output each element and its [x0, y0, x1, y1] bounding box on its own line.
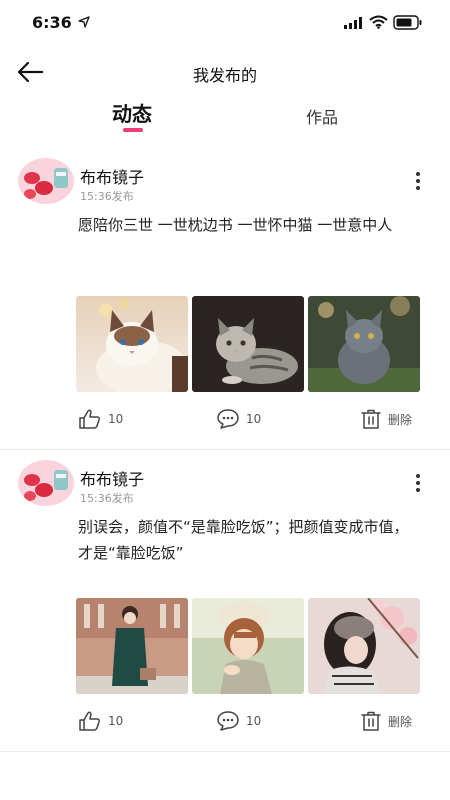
post-actions: 10 10 删除 [0, 404, 450, 434]
page-title: 我发布的 [192, 66, 257, 85]
signal-icon [344, 17, 362, 29]
avatar[interactable] [18, 460, 74, 506]
comment-count: 10 [246, 412, 262, 426]
tab-label: 动态 [112, 102, 152, 126]
trash-icon [361, 711, 381, 731]
delete-button[interactable]: 删除 [360, 706, 412, 736]
post-actions: 10 10 删除 [0, 706, 450, 736]
status-bar: 6:36 [0, 0, 450, 44]
comment-bubble-icon [217, 711, 239, 731]
comment-bubble-icon [217, 409, 239, 429]
post-content: 别误会，颜值不“是靠脸吃饭”；把颜值变成市值，才是“靠脸吃饭” [78, 518, 409, 562]
post-feed: 布布镜子 15:36发布 愿陪你三世 一世枕边书 一世怀中猫 一世意中人 10 … [0, 148, 450, 752]
ragdoll-cat-photo[interactable] [76, 296, 188, 392]
trash-icon [361, 409, 381, 429]
like-count: 10 [108, 412, 124, 426]
girl-green-dress-photo[interactable] [76, 598, 188, 694]
battery-icon [393, 15, 422, 30]
location-arrow-icon [78, 16, 90, 28]
comment-button[interactable]: 10 [216, 706, 261, 736]
girl-blossom-photo[interactable] [308, 598, 420, 694]
delete-button[interactable]: 删除 [360, 404, 412, 434]
like-button[interactable]: 10 [78, 706, 123, 736]
comment-button[interactable]: 10 [216, 404, 261, 434]
tab-dynamic[interactable]: 动态 [90, 96, 174, 138]
tab-bar: 动态 作品 [0, 96, 450, 138]
thumbs-up-icon [79, 711, 100, 731]
post-card: 布布镜子 15:36发布 愿陪你三世 一世枕边书 一世怀中猫 一世意中人 10 … [0, 148, 450, 450]
image-grid [76, 296, 422, 392]
tab-works[interactable]: 作品 [280, 96, 364, 138]
username: 布布镜子 [80, 168, 145, 187]
post-time: 15:36发布 [80, 492, 134, 505]
more-vertical-icon[interactable] [410, 472, 426, 494]
comment-count: 10 [246, 714, 262, 728]
nav-bar: 我发布的 [0, 50, 450, 94]
tab-active-indicator [123, 128, 143, 132]
post-card: 布布镜子 15:36发布 别误会，颜值不“是靠脸吃饭”；把颜值变成市值，才是“靠… [0, 450, 450, 752]
wifi-icon [369, 15, 388, 29]
thumbs-up-icon [79, 409, 100, 429]
delete-label: 删除 [388, 412, 413, 427]
image-grid [76, 598, 422, 694]
username: 布布镜子 [80, 470, 145, 489]
more-vertical-icon[interactable] [410, 170, 426, 192]
girl-beret-photo[interactable] [192, 598, 304, 694]
tab-label: 作品 [305, 108, 338, 127]
like-button[interactable]: 10 [78, 404, 123, 434]
like-count: 10 [108, 714, 124, 728]
grey-cat-photo[interactable] [308, 296, 420, 392]
post-time: 15:36发布 [80, 190, 134, 203]
post-content: 愿陪你三世 一世枕边书 一世怀中猫 一世意中人 [78, 216, 393, 234]
delete-label: 删除 [388, 714, 413, 729]
tabby-cat-photo[interactable] [192, 296, 304, 392]
status-time: 6:36 [32, 13, 72, 32]
avatar[interactable] [18, 158, 74, 204]
